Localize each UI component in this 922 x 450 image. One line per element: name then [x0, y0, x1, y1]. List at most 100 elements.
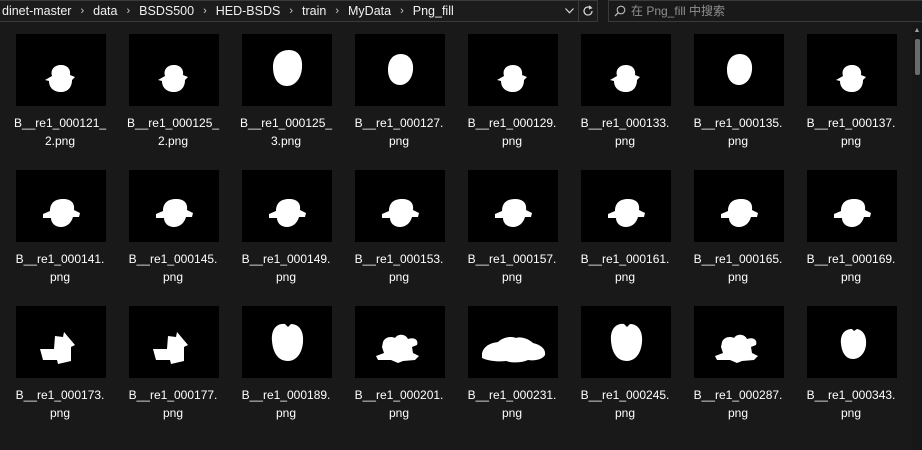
- mask-image: [43, 199, 80, 227]
- breadcrumb-separator[interactable]: ›: [73, 5, 91, 17]
- file-name[interactable]: B__re1_000231. png: [462, 386, 562, 422]
- file-thumbnail[interactable]: [694, 306, 784, 378]
- file-name[interactable]: B__re1_000133. png: [575, 114, 675, 150]
- file-name[interactable]: B__re1_000161. png: [575, 250, 675, 286]
- file-thumbnail[interactable]: [807, 170, 897, 242]
- breadcrumb-segment[interactable]: Png_fill: [411, 4, 456, 18]
- breadcrumb-segment[interactable]: BSDS500: [137, 4, 196, 18]
- mask-image: [388, 54, 414, 85]
- file-name[interactable]: B__re1_000125_ 3.png: [236, 114, 336, 150]
- file-name-line: png: [614, 134, 636, 148]
- vertical-scrollbar[interactable]: ▲: [912, 23, 922, 450]
- file-name[interactable]: B__re1_000121_ 2.png: [10, 114, 110, 150]
- chevron-down-icon[interactable]: [561, 1, 578, 21]
- file-name[interactable]: B__re1_000153. png: [349, 250, 449, 286]
- file-thumbnail[interactable]: [694, 34, 784, 106]
- file-name[interactable]: B__re1_000137. png: [801, 114, 901, 150]
- file-thumbnail[interactable]: [581, 34, 671, 106]
- file-name[interactable]: B__re1_000145. png: [123, 250, 223, 286]
- file-name-line: B__re1_000173.: [15, 388, 105, 402]
- scroll-up-arrow[interactable]: ▲: [912, 23, 922, 37]
- file-thumbnail[interactable]: [242, 306, 332, 378]
- file-thumbnail[interactable]: [468, 34, 558, 106]
- breadcrumb-segment[interactable]: HED-BSDS: [214, 4, 283, 18]
- file-thumbnail[interactable]: [129, 170, 219, 242]
- file-name-line: B__re1_000153.: [354, 252, 444, 266]
- file-name-line: png: [275, 270, 297, 284]
- file-thumbnail[interactable]: [807, 306, 897, 378]
- file-name[interactable]: B__re1_000149. png: [236, 250, 336, 286]
- address-bar[interactable]: dinet-master › data › BSDS500 › HED-BSDS › train…: [0, 0, 598, 22]
- breadcrumb-separator[interactable]: ›: [120, 5, 138, 17]
- file-thumbnail[interactable]: [355, 34, 445, 106]
- file-name[interactable]: B__re1_000157. png: [462, 250, 562, 286]
- file-name-line: png: [388, 134, 410, 148]
- file-name-line: B__re1_000177.: [128, 388, 218, 402]
- breadcrumb: dinet-master › data › BSDS500 › HED-BSDS › train…: [0, 1, 561, 21]
- file-thumbnail[interactable]: [242, 34, 332, 106]
- mask-image: [840, 329, 867, 359]
- file-name[interactable]: B__re1_000173.png: [10, 386, 110, 422]
- mask-image: [158, 65, 188, 92]
- mask-image: [482, 337, 546, 363]
- file-name[interactable]: B__re1_000127.png: [349, 114, 449, 150]
- file-name-line: png: [840, 270, 862, 284]
- file-name-line: png: [727, 134, 749, 148]
- search-input[interactable]: [631, 4, 922, 18]
- file-name[interactable]: B__re1_000189. png: [236, 386, 336, 422]
- file-thumbnail[interactable]: [355, 170, 445, 242]
- file-name[interactable]: B__re1_000165. png: [688, 250, 788, 286]
- file-name[interactable]: B__re1_000135. png: [688, 114, 788, 150]
- mask-image: [495, 199, 532, 227]
- mask-image: [45, 65, 75, 92]
- file-name[interactable]: B__re1_000125_ 2.png: [123, 114, 223, 150]
- file-name-line: png: [614, 270, 636, 284]
- file-thumbnail[interactable]: [129, 34, 219, 106]
- file-name[interactable]: B__re1_000141. png: [10, 250, 110, 286]
- file-grid: B__re1_000121_ 2.png B__re1_000125_ 2.png B_…: [0, 23, 912, 450]
- file-name[interactable]: B__re1_000343.png: [801, 386, 901, 422]
- file-thumbnail[interactable]: [694, 170, 784, 242]
- file-name-line: B__re1_000245.: [580, 388, 670, 402]
- scrollbar-thumb[interactable]: [915, 39, 920, 75]
- mask-image: [721, 199, 758, 227]
- breadcrumb-separator[interactable]: ›: [393, 5, 411, 17]
- file-name-line: png: [49, 406, 71, 420]
- file-name[interactable]: B__re1_000201. png: [349, 386, 449, 422]
- file-name-line: png: [727, 270, 749, 284]
- breadcrumb-segment[interactable]: train: [300, 4, 328, 18]
- search-icon: [609, 1, 631, 21]
- file-name-line: 3.png: [270, 134, 302, 148]
- file-name-line: png: [840, 406, 862, 420]
- file-thumbnail[interactable]: [355, 306, 445, 378]
- search-box[interactable]: [608, 0, 922, 22]
- breadcrumb-separator[interactable]: ›: [196, 5, 214, 17]
- file-thumbnail[interactable]: [242, 170, 332, 242]
- file-name-line: png: [162, 270, 184, 284]
- file-thumbnail[interactable]: [16, 306, 106, 378]
- file-name[interactable]: B__re1_000177. png: [123, 386, 223, 422]
- file-name[interactable]: B__re1_000245. png: [575, 386, 675, 422]
- file-thumbnail[interactable]: [16, 170, 106, 242]
- file-thumbnail[interactable]: [807, 34, 897, 106]
- breadcrumb-segment[interactable]: MyData: [346, 4, 393, 18]
- file-name-line: B__re1_000343.: [806, 388, 896, 402]
- file-thumbnail[interactable]: [468, 170, 558, 242]
- refresh-icon[interactable]: [578, 1, 597, 21]
- file-name[interactable]: B__re1_000169. png: [801, 250, 901, 286]
- breadcrumb-segment[interactable]: data: [91, 4, 119, 18]
- file-thumbnail[interactable]: [581, 306, 671, 378]
- file-thumbnail[interactable]: [581, 170, 671, 242]
- file-name[interactable]: B__re1_000287. png: [688, 386, 788, 422]
- file-name-line: B__re1_000127.: [354, 116, 444, 130]
- file-thumbnail[interactable]: [16, 34, 106, 106]
- file-name[interactable]: B__re1_000129. png: [462, 114, 562, 150]
- file-thumbnail[interactable]: [129, 306, 219, 378]
- breadcrumb-segment[interactable]: dinet-master: [0, 4, 73, 18]
- file-thumbnail[interactable]: [468, 306, 558, 378]
- breadcrumb-separator[interactable]: ›: [282, 5, 300, 17]
- mask-image: [153, 332, 188, 364]
- breadcrumb-separator[interactable]: ›: [328, 5, 346, 17]
- file-name-line: 2.png: [157, 134, 189, 148]
- file-name-line: B__re1_000287.: [693, 388, 783, 402]
